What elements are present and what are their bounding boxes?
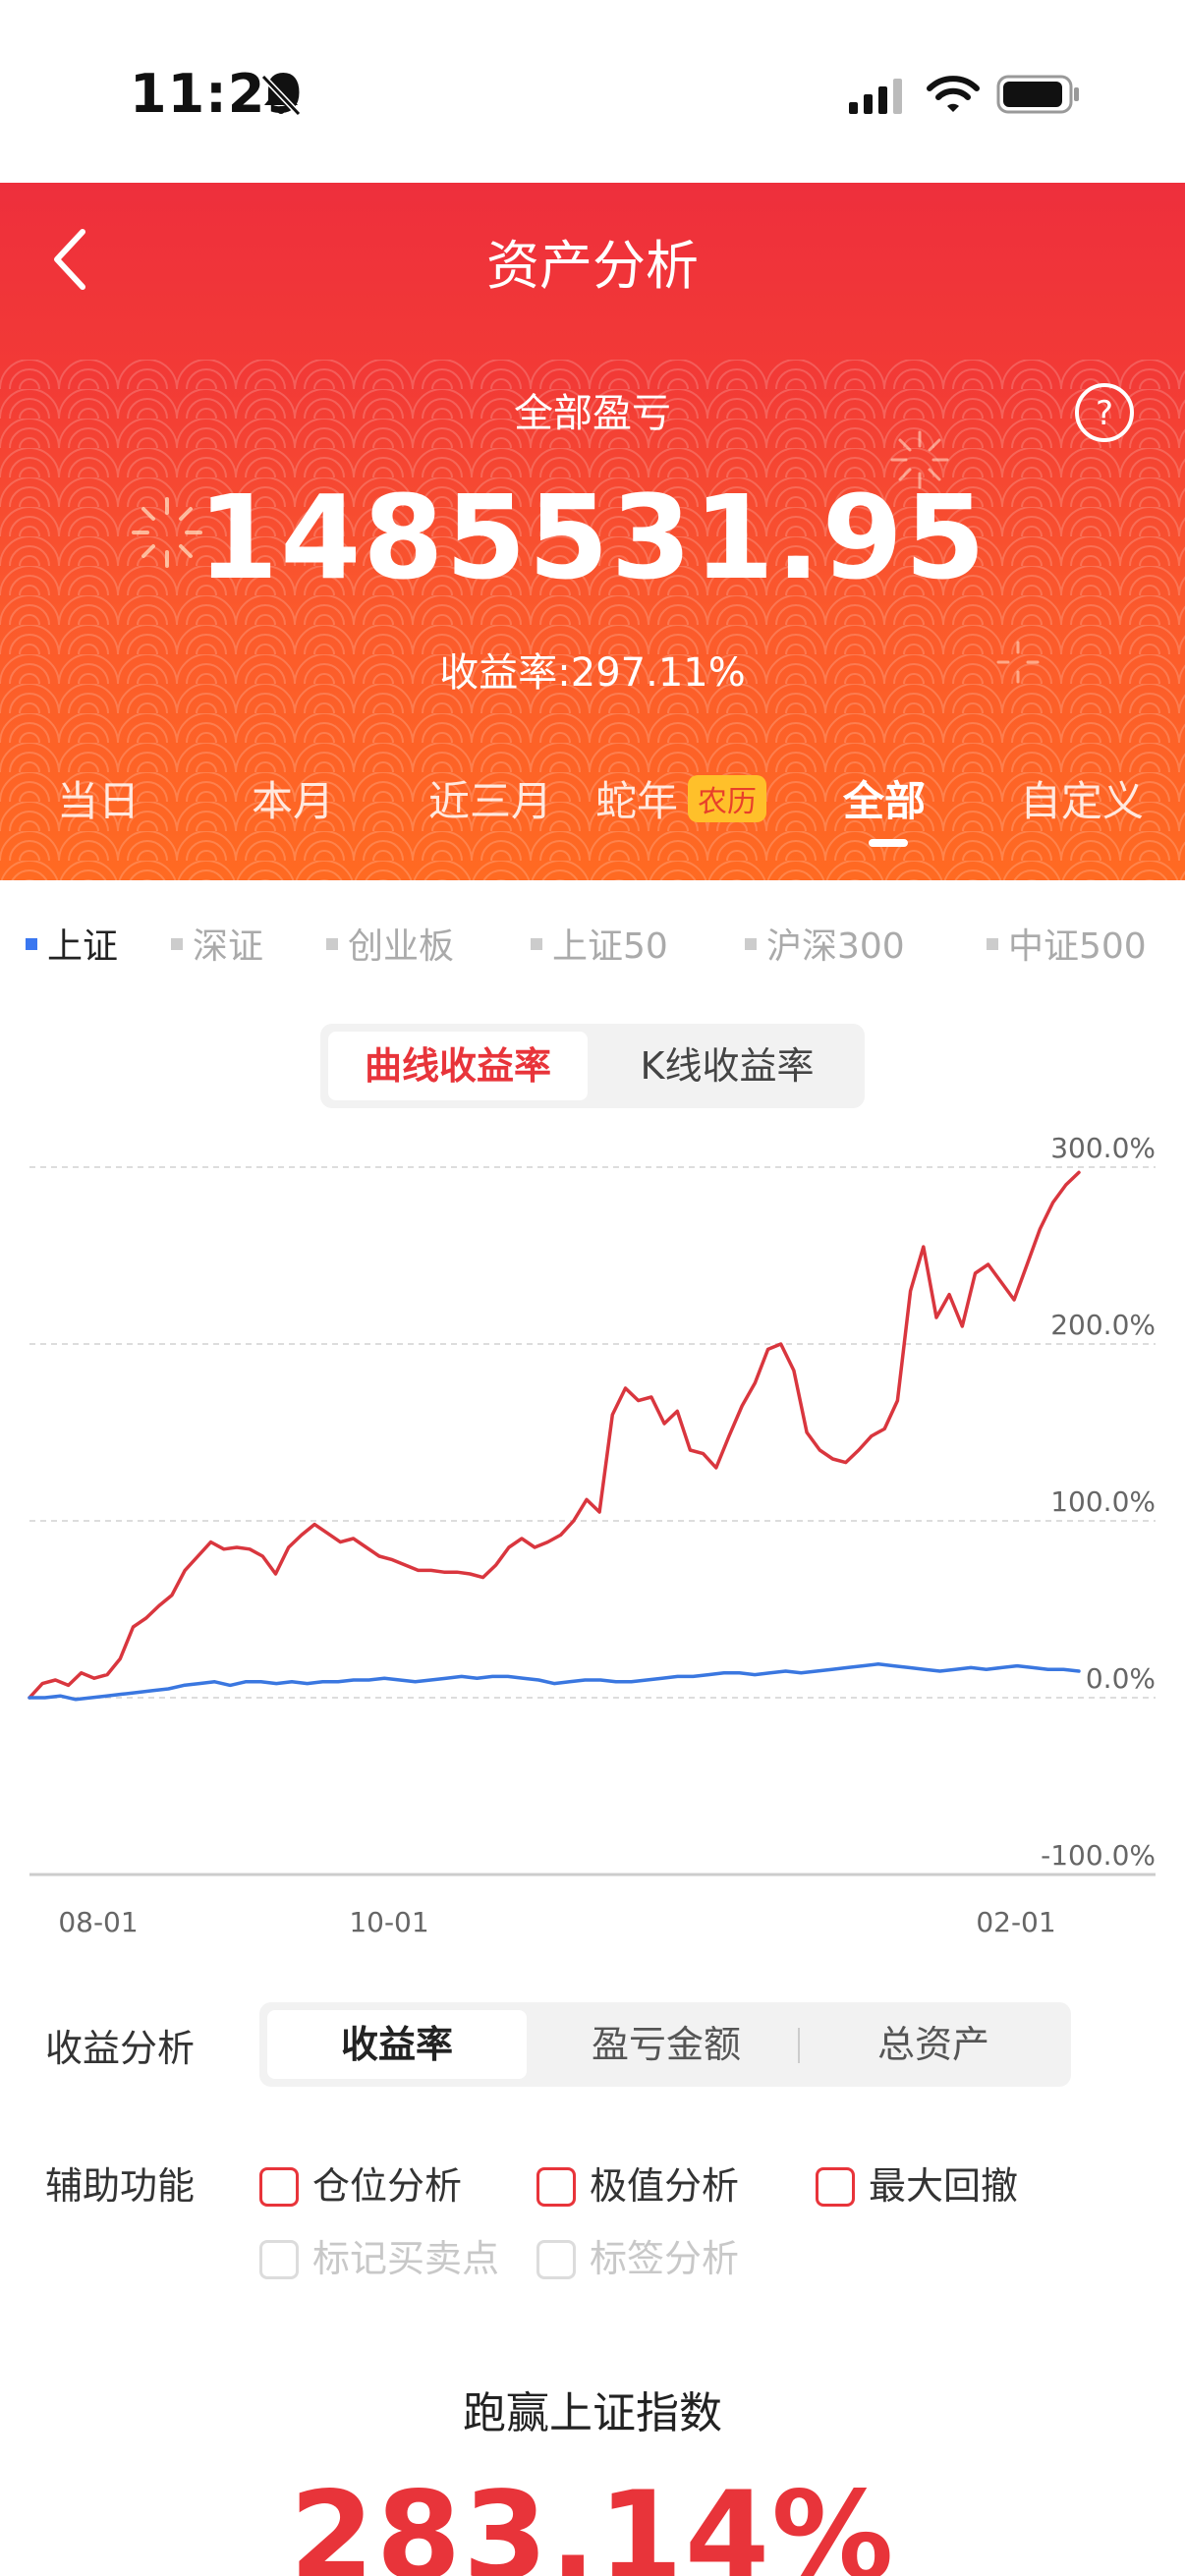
yield-rate-option[interactable]: 收益率 xyxy=(267,2010,527,2079)
index-selector: 上证 深证 创业板 上证50 沪深300 中证500 xyxy=(0,918,1185,967)
yield-rate: 收益率:297.11% xyxy=(0,641,1185,698)
index-csi300[interactable]: 沪深300 xyxy=(745,918,905,969)
checkbox-box[interactable] xyxy=(259,2167,299,2207)
x-tick-label: 10-01 xyxy=(349,1906,428,1935)
asset-summary-header: 资产分析 全部盈亏 ? 1485531.95 收益率:297.11% 当日 本月… xyxy=(0,183,1185,880)
tab-last-three-months[interactable]: 近三月 xyxy=(428,768,552,828)
index-shenzhen[interactable]: 深证 xyxy=(171,918,263,969)
yield-rate-label: 收益率: xyxy=(439,650,571,696)
checkbox-label: 仓位分析 xyxy=(312,2164,463,2208)
checkbox-box[interactable] xyxy=(816,2167,855,2207)
checkbox-box xyxy=(536,2240,576,2279)
total-assets-option[interactable]: 总资产 xyxy=(804,2010,1063,2079)
tab-this-month[interactable]: 本月 xyxy=(252,768,334,828)
wifi-icon xyxy=(927,76,980,112)
outperform-index-value: 283.14% xyxy=(289,2466,896,2576)
lunar-badge: 农历 xyxy=(688,775,767,822)
active-tab-indicator xyxy=(869,839,908,847)
yield-analysis-label: 收益分析 xyxy=(45,2027,196,2070)
y-tick-label: 200.0% xyxy=(1050,1309,1156,1341)
curve-yield-button[interactable]: 曲线收益率 xyxy=(328,1032,588,1100)
portfolio-yield-line xyxy=(28,1170,1081,1700)
index-dot xyxy=(326,938,338,950)
status-bar: 11:29 xyxy=(0,0,1185,183)
chart-mode-switch: 曲线收益率 K线收益率 xyxy=(320,1024,865,1108)
index-dot xyxy=(531,938,542,950)
bell-muted-icon xyxy=(260,74,302,117)
tab-custom[interactable]: 自定义 xyxy=(1020,768,1144,828)
question-circle-icon[interactable]: ? xyxy=(1073,381,1136,444)
index-label: 上证50 xyxy=(552,926,668,967)
pnl-amount-option[interactable]: 盈亏金额 xyxy=(536,2010,796,2079)
segment-divider xyxy=(798,2028,800,2063)
kline-yield-button[interactable]: K线收益率 xyxy=(597,1032,857,1100)
cellular-signal-icon xyxy=(849,79,902,114)
position-analysis-checkbox[interactable]: 仓位分析 xyxy=(259,2156,462,2210)
index-label: 上证 xyxy=(47,926,119,967)
battery-icon xyxy=(996,75,1079,114)
index-csi500[interactable]: 中证500 xyxy=(987,918,1147,969)
index-shanghai[interactable]: 上证 xyxy=(26,918,118,969)
tag-analysis-checkbox: 标签分析 xyxy=(536,2228,739,2282)
index-chinext[interactable]: 创业板 xyxy=(326,918,454,969)
y-tick-label: 0.0% xyxy=(1086,1662,1156,1695)
index-dot xyxy=(26,938,37,950)
max-drawdown-checkbox[interactable]: 最大回撤 xyxy=(816,2156,1018,2210)
total-pnl-value: 1485531.95 xyxy=(198,470,988,605)
index-label: 中证500 xyxy=(1008,926,1147,967)
yield-rate-value: 297.11% xyxy=(570,650,746,696)
tab-all[interactable]: 全部 xyxy=(843,768,926,828)
analysis-segmented-control: 收益率 盈亏金额 总资产 xyxy=(259,2002,1071,2087)
outperform-index-title: 跑赢上证指数 xyxy=(463,2388,722,2438)
index-label: 深证 xyxy=(193,926,264,967)
svg-text:?: ? xyxy=(1096,394,1113,433)
checkbox-label: 标签分析 xyxy=(590,2237,740,2280)
index-dot xyxy=(171,938,183,950)
checkbox-label: 极值分析 xyxy=(590,2164,740,2208)
y-tick-label: 300.0% xyxy=(1050,1132,1156,1164)
y-tick-label: -100.0% xyxy=(1041,1839,1156,1872)
index-yield-line xyxy=(28,1662,1081,1702)
yield-chart: 300.0% 200.0% 100.0% 0.0% -100.0% 08-01 10-01 0… xyxy=(28,1132,1156,1935)
checkbox-box[interactable] xyxy=(536,2167,576,2207)
index-label: 沪深300 xyxy=(766,926,905,967)
index-sse50[interactable]: 上证50 xyxy=(531,918,668,969)
checkbox-label: 最大回撤 xyxy=(869,2164,1019,2208)
x-tick-label: 02-01 xyxy=(976,1906,1055,1935)
index-dot xyxy=(745,938,757,950)
checkbox-label: 标记买卖点 xyxy=(312,2237,500,2280)
extreme-analysis-checkbox[interactable]: 极值分析 xyxy=(536,2156,739,2210)
index-label: 创业板 xyxy=(348,926,455,967)
index-dot xyxy=(987,938,998,950)
checkbox-box xyxy=(259,2240,299,2279)
aux-functions-label: 辅助功能 xyxy=(45,2164,196,2208)
tab-today[interactable]: 当日 xyxy=(57,768,140,828)
y-tick-label: 100.0% xyxy=(1050,1485,1156,1518)
tab-snake-year[interactable]: 蛇年 农历 xyxy=(595,768,767,828)
x-tick-label: 08-01 xyxy=(58,1906,138,1935)
page-title: 资产分析 xyxy=(486,235,699,297)
mark-trade-points-checkbox: 标记买卖点 xyxy=(259,2228,499,2282)
tab-snake-year-label: 蛇年 xyxy=(595,777,679,825)
total-pnl-label: 全部盈亏 xyxy=(514,391,671,436)
period-tabs: 当日 本月 近三月 蛇年 农历 全部 自定义 xyxy=(0,768,1185,867)
